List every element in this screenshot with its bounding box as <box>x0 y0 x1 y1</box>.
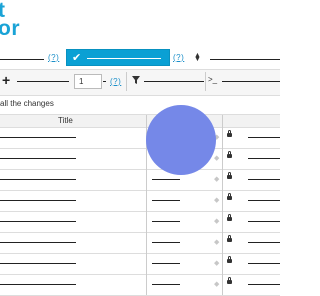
row-divider <box>146 232 147 253</box>
lock-icon[interactable] <box>227 214 232 221</box>
toolbar-separator <box>126 72 127 91</box>
title-cell-line <box>0 158 76 159</box>
filter-field-line[interactable] <box>144 81 204 82</box>
row-divider-2 <box>222 232 223 253</box>
app-logo: t or <box>0 0 20 40</box>
terminal-field-line[interactable] <box>222 81 280 82</box>
lock-icon[interactable] <box>227 172 232 179</box>
lock-icon[interactable] <box>227 193 232 200</box>
column-header-title[interactable]: Title <box>58 116 73 125</box>
header-divider-2 <box>222 115 223 127</box>
last-cell-line <box>248 137 280 138</box>
touch-indicator-circle <box>146 105 216 175</box>
last-cell-line <box>248 263 280 264</box>
row-divider <box>146 253 147 274</box>
sort-updown-icon[interactable]: ▲ ▼ <box>194 52 201 63</box>
check-icon: ✔ <box>72 52 82 64</box>
logo-line-2: or <box>0 17 20 40</box>
sort-handle-icon[interactable]: ◆ <box>214 175 219 183</box>
last-cell-line <box>248 284 280 285</box>
title-cell-line <box>0 179 76 180</box>
row-divider <box>146 169 147 190</box>
toolbar <box>0 69 280 96</box>
table-row[interactable]: ◆ <box>0 274 280 296</box>
row-divider-2 <box>222 274 223 295</box>
add-icon[interactable]: + <box>2 72 10 88</box>
last-cell-line <box>248 158 280 159</box>
table-row[interactable]: ◆ <box>0 211 280 233</box>
field-underline-right[interactable] <box>210 59 280 60</box>
last-cell-line <box>248 242 280 243</box>
row-divider-2 <box>222 190 223 211</box>
row-divider-2 <box>222 253 223 274</box>
row-divider-2 <box>222 211 223 232</box>
last-cell-line <box>248 200 280 201</box>
header-divider <box>146 115 147 127</box>
sort-handle-icon[interactable]: ◆ <box>214 196 219 204</box>
row-divider <box>146 190 147 211</box>
help-link-3[interactable]: (?) <box>110 77 121 86</box>
title-cell-line <box>0 242 76 243</box>
row-divider-2 <box>222 127 223 148</box>
row-divider-2 <box>222 169 223 190</box>
lock-icon[interactable] <box>227 235 232 242</box>
last-cell-line <box>248 221 280 222</box>
table-row[interactable]: ◆ <box>0 148 280 170</box>
sort-handle-icon[interactable]: ◆ <box>214 280 219 288</box>
table-row[interactable]: ◆ <box>0 232 280 254</box>
toolbar-field-line[interactable] <box>17 81 69 82</box>
help-link-2[interactable]: (?) <box>173 53 184 62</box>
filter-icon[interactable] <box>132 76 140 84</box>
selected-value-line <box>87 58 161 59</box>
row-divider <box>146 274 147 295</box>
selected-dropdown[interactable]: ✔ <box>66 49 170 66</box>
lock-icon[interactable] <box>227 256 232 263</box>
secondary-cell-line <box>152 179 180 180</box>
sort-handle-icon[interactable]: ◆ <box>214 217 219 225</box>
table-row[interactable]: ◆ <box>0 127 280 149</box>
page-number-input[interactable]: 1 <box>74 74 102 89</box>
secondary-cell-line <box>152 263 180 264</box>
secondary-cell-line <box>152 284 180 285</box>
sort-handle-icon[interactable]: ◆ <box>214 259 219 267</box>
last-cell-line <box>248 179 280 180</box>
title-cell-line <box>0 221 76 222</box>
table-row[interactable]: ◆ <box>0 169 280 191</box>
help-link[interactable]: (?) <box>48 53 59 62</box>
terminal-icon[interactable]: >_ <box>208 75 217 84</box>
secondary-cell-line <box>152 242 180 243</box>
title-cell-line <box>0 284 76 285</box>
lock-icon[interactable] <box>227 130 232 137</box>
table-row[interactable]: ◆ <box>0 253 280 275</box>
title-cell-line <box>0 137 76 138</box>
title-cell-line <box>0 263 76 264</box>
toolbar-field-line-2 <box>103 81 106 82</box>
secondary-cell-line <box>152 200 180 201</box>
field-underline[interactable] <box>0 59 44 60</box>
sort-handle-icon[interactable]: ◆ <box>214 154 219 162</box>
lock-icon[interactable] <box>227 151 232 158</box>
title-cell-line <box>0 200 76 201</box>
lock-icon[interactable] <box>227 277 232 284</box>
changes-note: all the changes <box>0 99 54 108</box>
table-header: Title <box>0 114 280 128</box>
secondary-cell-line <box>152 221 180 222</box>
table-row[interactable]: ◆ <box>0 190 280 212</box>
row-divider-2 <box>222 148 223 169</box>
sort-handle-icon[interactable]: ◆ <box>214 238 219 246</box>
row-divider <box>146 211 147 232</box>
toolbar-separator-2 <box>205 72 206 91</box>
